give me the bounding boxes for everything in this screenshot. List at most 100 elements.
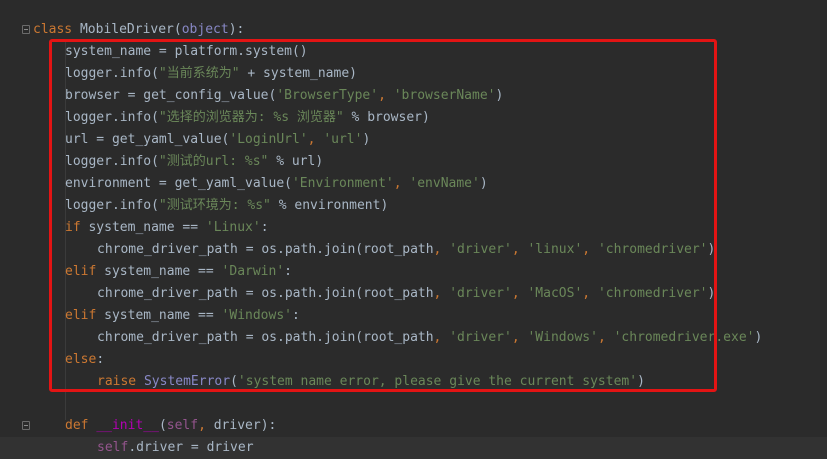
code-token: class — [33, 22, 80, 37]
code-token: 'driver' — [449, 286, 512, 301]
code-token: else — [65, 352, 97, 367]
code-token: 'Linux' — [205, 220, 261, 235]
code-token: ( — [158, 418, 167, 433]
code-token: browser = get_config_value( — [65, 88, 277, 103]
code-line[interactable]: self.driver = driver — [0, 437, 827, 459]
code-token: 'envName' — [409, 176, 480, 191]
code-token: self — [97, 440, 129, 455]
code-token: , — [597, 330, 614, 345]
code-token: 'Windows' — [527, 330, 598, 345]
code-line[interactable]: raise SystemError('system name error, pl… — [0, 371, 827, 393]
code-token: 'linux' — [527, 242, 583, 257]
code-token: "选择的浏览器为: %s 浏览器" — [158, 110, 344, 125]
code-token: , — [433, 286, 450, 301]
code-token: , — [433, 330, 450, 345]
code-line[interactable]: logger.info("测试的url: %s" % url) — [0, 151, 827, 173]
code-token: chrome_driver_path = os.path.join(root_p… — [97, 242, 434, 257]
code-token: 'driver' — [449, 330, 512, 345]
code-line[interactable]: logger.info("测试环境为: %s" % environment) — [0, 195, 827, 217]
code-token: 'driver' — [449, 242, 512, 257]
code-token: 'system name error, please give the curr… — [237, 374, 638, 389]
code-token: 'Environment' — [291, 176, 394, 191]
code-token: system_name = platform.system() — [65, 44, 308, 59]
code-line[interactable]: elif system_name == 'Windows': — [0, 305, 827, 327]
code-token: "当前系统为" — [158, 66, 240, 81]
code-line[interactable]: environment = get_yaml_value('Environmen… — [0, 173, 827, 195]
code-token: system_name == — [104, 264, 222, 279]
code-line[interactable]: system_name = platform.system() — [0, 41, 827, 63]
code-token: url = get_yaml_value( — [65, 132, 230, 147]
code-token: , — [582, 286, 598, 301]
code-token: ) — [495, 88, 504, 103]
code-line[interactable]: class MobileDriver(object): — [0, 19, 827, 41]
code-token: % browser) — [343, 110, 430, 125]
code-token: .driver = driver — [128, 440, 254, 455]
code-line[interactable]: url = get_yaml_value('LoginUrl', 'url') — [0, 129, 827, 151]
code-token: logger.info( — [65, 198, 159, 213]
code-token: : — [96, 352, 105, 367]
code-token: ) — [707, 286, 716, 301]
code-token: ) — [362, 132, 371, 147]
code-line[interactable]: chrome_driver_path = os.path.join(root_p… — [0, 327, 827, 349]
code-token: ) — [707, 242, 716, 257]
code-token: , — [393, 176, 410, 191]
code-token: 'LoginUrl' — [229, 132, 308, 147]
code-token: object — [181, 22, 229, 37]
code-token: "测试的url: %s" — [158, 154, 269, 169]
code-token: system_name == — [88, 220, 206, 235]
code-token: "测试环境为: %s" — [158, 198, 271, 213]
code-line[interactable]: def __init__(self, driver): — [0, 415, 827, 437]
code-token: chrome_driver_path = os.path.join(root_p… — [97, 330, 434, 345]
code-token: chrome_driver_path = os.path.join(root_p… — [97, 286, 434, 301]
code-token: : — [260, 220, 269, 235]
code-line[interactable]: elif system_name == 'Darwin': — [0, 261, 827, 283]
code-token: 'BrowserType' — [276, 88, 379, 103]
code-token: 'chromedriver' — [597, 242, 708, 257]
code-token: : — [292, 308, 300, 323]
code-token: % environment) — [270, 198, 389, 213]
code-token: SystemError — [143, 374, 231, 389]
code-token: , — [511, 242, 528, 257]
code-line[interactable]: chrome_driver_path = os.path.join(root_p… — [0, 283, 827, 305]
code-token: 'MacOS' — [527, 286, 583, 301]
code-token: 'Darwin' — [221, 264, 285, 279]
code-token: logger.info( — [65, 154, 159, 169]
code-token: , — [198, 418, 214, 433]
code-token: 'chromedriver' — [597, 286, 708, 301]
code-token: 'url' — [323, 132, 363, 147]
code-token: self — [166, 418, 199, 433]
code-line[interactable] — [0, 393, 827, 415]
code-token: def — [65, 418, 97, 433]
code-token: elif — [65, 264, 105, 279]
code-line[interactable]: logger.info("选择的浏览器为: %s 浏览器" % browser) — [0, 107, 827, 129]
code-token: ): — [228, 22, 245, 37]
code-token: + system_name) — [239, 66, 357, 81]
code-line[interactable]: browser = get_config_value('BrowserType'… — [0, 85, 827, 107]
code-token: , — [378, 88, 394, 103]
code-token: , — [582, 242, 598, 257]
code-token: : — [284, 264, 292, 279]
code-token: ) — [637, 374, 645, 389]
code-token: __init__ — [96, 418, 159, 433]
code-line[interactable]: if system_name == 'Linux': — [0, 217, 827, 239]
code-line[interactable]: chrome_driver_path = os.path.join(root_p… — [0, 239, 827, 261]
code-token: environment = get_yaml_value( — [65, 176, 292, 191]
code-token: if — [65, 220, 89, 235]
code-token: , — [511, 330, 528, 345]
code-token: elif — [65, 308, 105, 323]
code-token: MobileDriver( — [79, 22, 182, 37]
code-token: ) — [479, 176, 488, 191]
code-token: system_name == — [104, 308, 222, 323]
code-line[interactable]: logger.info("当前系统为" + system_name) — [0, 63, 827, 85]
code-token: % url) — [268, 154, 324, 169]
code-token: ) — [754, 330, 763, 345]
code-token: ( — [230, 374, 238, 389]
code-token: logger.info( — [65, 66, 159, 81]
code-token: , — [511, 286, 528, 301]
code-token: 'browserName' — [393, 88, 496, 103]
code-token: 'Windows' — [221, 308, 292, 323]
code-token: 'chromedriver.exe' — [613, 330, 755, 345]
code-token: raise — [97, 374, 144, 389]
code-line[interactable]: else: — [0, 349, 827, 371]
code-token: , — [433, 242, 450, 257]
